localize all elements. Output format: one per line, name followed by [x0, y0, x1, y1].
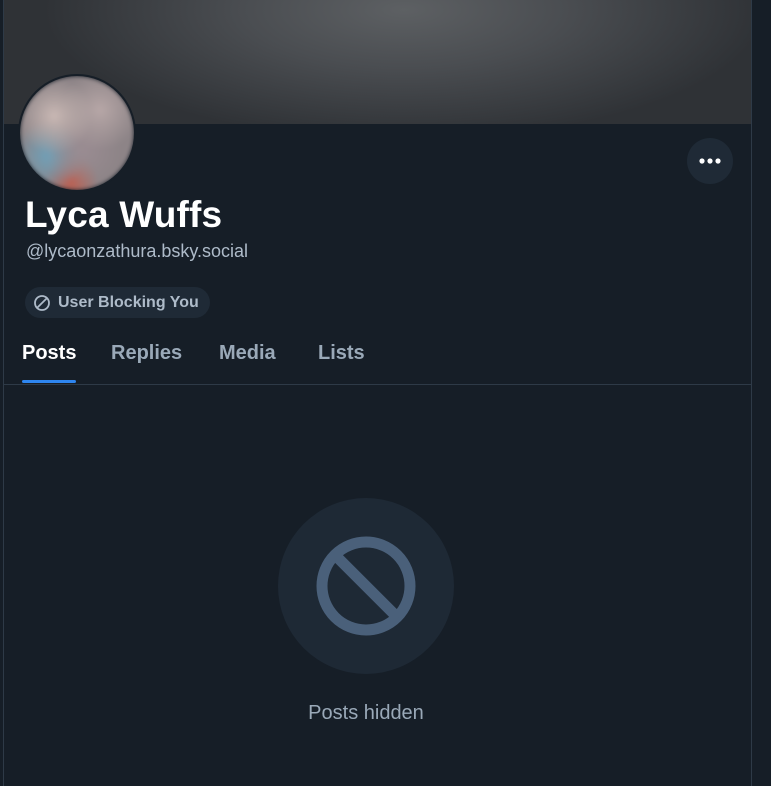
tab-lists[interactable]: Lists: [318, 342, 365, 365]
block-icon: [316, 536, 416, 636]
more-horizontal-icon: [699, 158, 721, 164]
display-name: Lyca Wuffs: [25, 194, 223, 235]
avatar-image: [20, 76, 134, 190]
posts-hidden-message: Posts hidden: [308, 702, 424, 724]
more-options-button[interactable]: [687, 138, 733, 184]
avatar[interactable]: [18, 74, 136, 192]
blocking-status-badge: User Blocking You: [25, 287, 210, 318]
user-handle[interactable]: @lycaonzathura.bsky.social: [26, 241, 248, 262]
active-tab-indicator: [22, 380, 76, 383]
tab-replies[interactable]: Replies: [111, 342, 182, 365]
tab-media[interactable]: Media: [219, 342, 276, 365]
profile-tabs: Posts Replies Media Lists: [4, 330, 751, 385]
blocking-status-label: User Blocking You: [58, 293, 199, 311]
page-background: [752, 0, 771, 786]
profile-page: Lyca Wuffs @lycaonzathura.bsky.social Us…: [3, 0, 752, 786]
block-icon: [34, 294, 50, 311]
tab-posts[interactable]: Posts: [22, 342, 76, 365]
posts-hidden-illustration: [278, 498, 454, 674]
